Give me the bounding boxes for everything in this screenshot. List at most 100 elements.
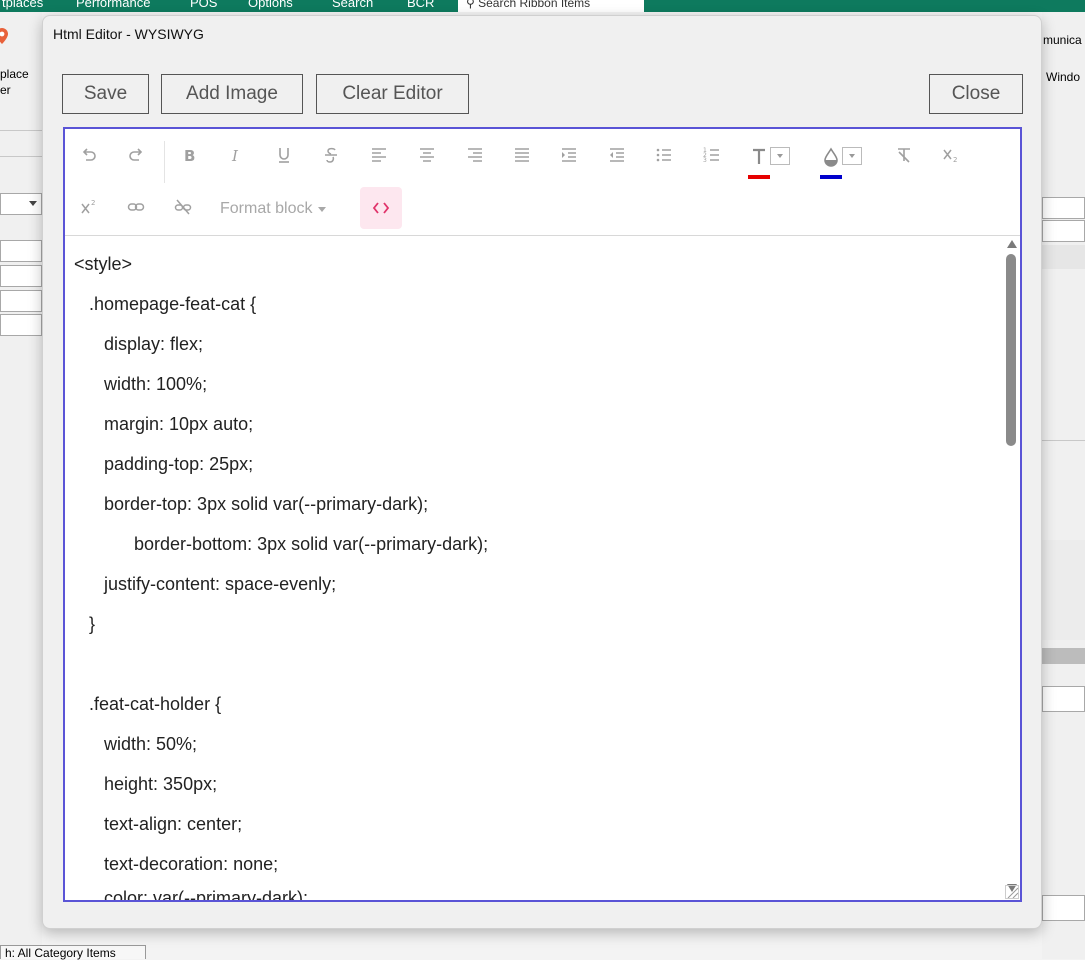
code-line: border-bottom: 3px solid var(--primary-d… (74, 534, 489, 554)
italic-icon[interactable]: I (218, 137, 254, 173)
background-right-panel (1042, 12, 1085, 959)
bg-panel-strip (1042, 245, 1085, 269)
code-line: .homepage-feat-cat { (74, 294, 257, 314)
code-line: display: flex; (74, 334, 204, 354)
background-left-panel (0, 12, 42, 959)
code-line: text-align: center; (74, 814, 243, 834)
code-line: width: 50%; (74, 734, 198, 754)
bg-field[interactable] (0, 240, 42, 262)
align-center-icon[interactable] (409, 137, 445, 173)
editor-scrollbar[interactable] (1003, 236, 1020, 892)
clear-editor-button[interactable]: Clear Editor (316, 74, 469, 114)
code-line: } (74, 614, 96, 634)
bulleted-list-icon[interactable] (646, 137, 682, 173)
code-line: border-top: 3px solid var(--primary-dark… (74, 494, 429, 514)
bg-field[interactable] (1042, 686, 1085, 712)
add-image-button[interactable]: Add Image (161, 74, 303, 114)
caret-down-icon (318, 206, 327, 212)
toolbar-separator (164, 141, 165, 183)
close-button[interactable]: Close (929, 74, 1023, 114)
highlight-color-button[interactable] (820, 139, 864, 179)
align-right-icon[interactable] (457, 137, 493, 173)
editor-toolbar: B I 1 2 3 2 2 Format block (65, 129, 1020, 236)
text-color-swatch (748, 175, 770, 179)
text-color-dropdown[interactable] (770, 147, 790, 165)
bg-field[interactable] (0, 314, 42, 336)
redo-icon[interactable] (118, 137, 154, 173)
ribbon-search-placeholder: Search Ribbon Items (478, 0, 591, 10)
svg-text:B: B (184, 147, 195, 164)
subscript-icon[interactable]: 2 (933, 137, 969, 173)
bg-label-communications: munica (1043, 33, 1082, 47)
bg-divider (1042, 648, 1085, 664)
bg-field[interactable] (0, 265, 42, 287)
save-button[interactable]: Save (62, 74, 149, 114)
code-view-icon[interactable] (360, 187, 402, 229)
link-icon[interactable] (118, 189, 154, 225)
chevron-down-icon (29, 201, 37, 206)
text-color-icon (753, 148, 765, 164)
align-left-icon[interactable] (361, 137, 397, 173)
highlight-color-swatch (820, 175, 842, 179)
superscript-icon[interactable]: 2 (71, 189, 107, 225)
ribbon-tab-options[interactable]: Options (248, 0, 293, 10)
bg-field[interactable] (1042, 895, 1085, 921)
svg-text:I: I (231, 147, 239, 164)
bg-field[interactable] (0, 290, 42, 312)
code-editor-content[interactable]: <style> .homepage-feat-cat { display: fl… (65, 236, 1005, 900)
ribbon-tab-performance[interactable]: Performance (76, 0, 150, 10)
format-block-dropdown[interactable]: Format block (220, 193, 327, 225)
bg-field[interactable] (1042, 220, 1085, 242)
unlink-icon[interactable] (165, 189, 201, 225)
text-color-button[interactable] (748, 139, 792, 179)
align-justify-icon[interactable] (504, 137, 540, 173)
scrollbar-thumb[interactable] (1006, 254, 1016, 446)
ribbon-tab-bcr[interactable]: BCR (407, 0, 434, 10)
bg-label-place: place (0, 67, 29, 81)
code-line: margin: 10px auto; (74, 414, 254, 434)
ribbon-bar: tplaces Performance POS Options Search B… (0, 0, 1085, 12)
svg-text:3: 3 (703, 157, 707, 164)
code-line: height: 350px; (74, 774, 218, 794)
ribbon-tab-pos[interactable]: POS (190, 0, 217, 10)
outdent-icon[interactable] (599, 137, 635, 173)
underline-icon[interactable] (266, 137, 302, 173)
svg-text:2: 2 (91, 199, 95, 207)
bg-field[interactable] (1042, 197, 1085, 219)
resize-grip-icon[interactable] (1005, 885, 1019, 899)
ribbon-search-box[interactable]: ⚲ Search Ribbon Items (458, 0, 644, 12)
bg-image-area (1042, 540, 1085, 640)
bg-bottom-tab[interactable]: h: All Category Items (0, 945, 146, 960)
bg-divider (0, 156, 42, 157)
ribbon-tab-search[interactable]: Search (332, 0, 373, 10)
bg-dropdown[interactable] (0, 193, 42, 215)
strikethrough-icon[interactable] (313, 137, 349, 173)
caret-down-icon (849, 154, 855, 158)
bold-icon[interactable]: B (171, 137, 207, 173)
svg-text:2: 2 (953, 156, 957, 164)
ribbon-tab-marketplaces[interactable]: tplaces (2, 0, 43, 10)
code-line: width: 100%; (74, 374, 208, 394)
format-block-label: Format block (220, 200, 313, 217)
numbered-list-icon[interactable]: 123 (694, 137, 730, 173)
code-line: <style> (74, 254, 133, 274)
caret-down-icon (777, 154, 783, 158)
bg-label-er: er (0, 83, 11, 97)
clear-formatting-icon[interactable] (886, 137, 922, 173)
scroll-up-arrow-icon[interactable] (1007, 240, 1017, 248)
code-line: .feat-cat-holder { (74, 694, 222, 714)
code-line: text-decoration: none; (74, 854, 279, 874)
bg-label-windows: Windo (1046, 70, 1081, 84)
code-line: padding-top: 25px; (74, 454, 254, 474)
bg-divider (1042, 440, 1085, 441)
code-line: justify-content: space-evenly; (74, 574, 337, 594)
html-editor-dialog: Html Editor - WYSIWYG Save Add Image Cle… (42, 15, 1042, 929)
dialog-title: Html Editor - WYSIWYG (53, 26, 204, 42)
wysiwyg-editor: B I 1 2 3 2 2 Format block <style> .home… (63, 127, 1022, 902)
undo-icon[interactable] (71, 137, 107, 173)
bg-divider (0, 130, 42, 131)
indent-icon[interactable] (551, 137, 587, 173)
highlight-color-dropdown[interactable] (842, 147, 862, 165)
map-marker-icon (0, 28, 8, 44)
code-line: color: var(--primary-dark); (74, 888, 309, 900)
